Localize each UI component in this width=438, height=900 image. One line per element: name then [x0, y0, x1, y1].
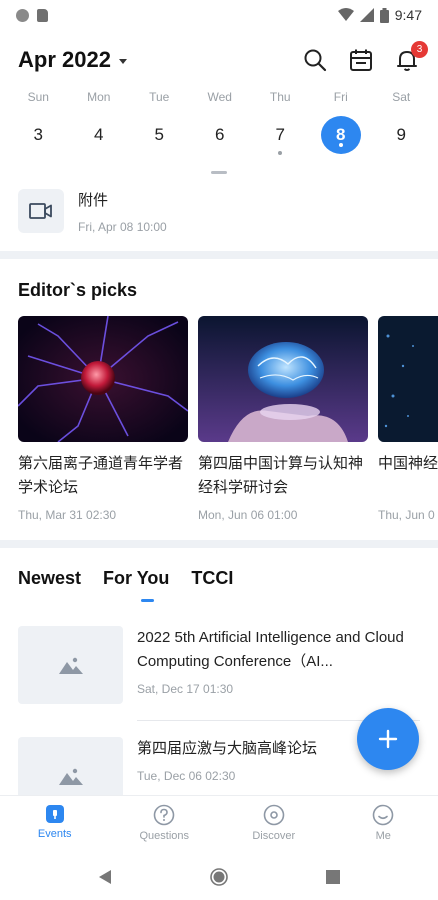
tab-newest[interactable]: Newest	[18, 568, 81, 589]
nav-label: Questions	[139, 830, 190, 842]
brain-image	[198, 316, 368, 442]
event-time: Fri, Apr 08 10:00	[78, 219, 167, 234]
pick-title: 第四届中国计算与认知神经科学研讨会	[198, 455, 364, 496]
nav-me[interactable]: Me	[329, 796, 438, 853]
weekday-label: Mon	[87, 90, 111, 104]
pick-time: Thu, Mar 31 02:30	[18, 508, 117, 522]
date-cell[interactable]: 6	[190, 116, 251, 154]
expand-handle[interactable]	[211, 171, 227, 174]
date-number: 5	[154, 125, 164, 144]
list-item[interactable]: 2022 5th Artificial Intelligence and Clo…	[18, 626, 420, 706]
tab-tcci[interactable]: TCCI	[191, 568, 233, 589]
nav-events[interactable]: Events	[0, 796, 110, 853]
discover-icon	[263, 804, 285, 826]
month-selector[interactable]: Apr 2022	[18, 47, 111, 73]
video-camera-icon	[29, 203, 52, 219]
image-placeholder-icon	[58, 657, 83, 674]
video-event-thumb	[18, 189, 64, 233]
recents-icon[interactable]	[326, 869, 340, 884]
selected-date-circle: 8	[320, 116, 361, 154]
wifi-icon	[337, 8, 354, 21]
system-nav-bar	[0, 853, 438, 900]
date-number: 3	[33, 125, 43, 144]
signal-icon	[359, 8, 374, 22]
list-item-time: Tue, Dec 06 02:30	[137, 769, 236, 783]
clock: 9:47	[394, 7, 422, 23]
weekday-label: Fri	[333, 90, 348, 104]
plasma-ball-image	[18, 316, 188, 442]
date-number: 7	[275, 125, 285, 144]
nav-label: Discover	[252, 830, 296, 842]
bottom-nav: Events Questions Discover Me	[0, 795, 438, 853]
date-cell-selected[interactable]: 8	[311, 116, 372, 154]
pick-card[interactable]: 第四届中国计算与认知神经科学研讨会 Mon, Jun 06 01:00	[198, 316, 368, 526]
image-placeholder	[18, 626, 123, 704]
back-icon[interactable]	[98, 869, 112, 885]
date-number: 8	[336, 125, 346, 144]
notification-badge: 3	[411, 41, 428, 58]
calendar-button[interactable]	[348, 47, 374, 73]
editors-picks-carousel[interactable]: 第六届离子通道青年学者学术论坛 Thu, Mar 31 02:30 第四届中国计…	[18, 316, 438, 526]
battery-icon	[379, 7, 389, 23]
weekday-label: Wed	[207, 90, 232, 104]
image-placeholder-icon	[58, 768, 83, 785]
event-indicator-dot	[338, 143, 343, 147]
status-notification-icon	[16, 8, 29, 22]
date-number: 6	[215, 125, 225, 144]
weekday-label: Thu	[269, 90, 291, 104]
pick-title: 第六届离子通道青年学者学术论坛	[18, 455, 184, 496]
event-title: 附件	[78, 191, 109, 209]
active-tab-indicator	[141, 599, 154, 602]
image-placeholder	[18, 737, 123, 795]
pick-time: Thu, Jun 0	[378, 508, 435, 522]
pick-title: 中国神经病学	[378, 455, 438, 472]
week-strip: Sun Mon Tue Wed Thu Fri Sat 3 4 5 6 7 8 …	[0, 90, 438, 155]
day-event-item[interactable]: 附件 Fri, Apr 08 10:00	[18, 186, 420, 236]
search-button[interactable]	[302, 47, 328, 73]
tab-for-you[interactable]: For You	[103, 568, 169, 589]
weekday-label: Tue	[149, 90, 170, 104]
weekday-label: Sun	[27, 90, 49, 104]
events-icon	[45, 805, 64, 823]
caret-down-icon[interactable]	[118, 58, 127, 64]
date-cell[interactable]: 4	[69, 116, 130, 154]
calendar-icon	[350, 49, 372, 71]
list-item-time: Sat, Dec 17 01:30	[137, 682, 234, 696]
add-button[interactable]	[357, 708, 419, 770]
section-divider	[0, 251, 438, 259]
feed-tabs: Newest For You TCCI	[18, 568, 233, 589]
question-icon	[153, 804, 175, 826]
nav-discover[interactable]: Discover	[219, 796, 329, 853]
nav-label: Me	[375, 830, 391, 842]
weekday-label: Sat	[392, 90, 411, 104]
date-cell[interactable]: 5	[129, 116, 190, 154]
nav-questions[interactable]: Questions	[110, 796, 220, 853]
pick-card[interactable]: 第六届离子通道青年学者学术论坛 Thu, Mar 31 02:30	[18, 316, 188, 526]
date-number: 4	[94, 125, 104, 144]
date-cell[interactable]: 7	[250, 116, 311, 155]
sd-card-icon	[37, 8, 48, 22]
list-item-title: 2022 5th Artificial Intelligence and Clo…	[137, 629, 404, 670]
date-cell[interactable]: 3	[8, 116, 69, 154]
section-divider	[0, 540, 438, 548]
plus-icon	[378, 729, 398, 749]
me-icon	[372, 804, 394, 826]
date-number: 9	[396, 125, 406, 144]
editors-picks-title: Editor`s picks	[18, 280, 138, 300]
home-icon[interactable]	[210, 867, 228, 886]
pick-time: Mon, Jun 06 01:00	[198, 508, 298, 522]
date-cell[interactable]: 9	[371, 116, 432, 154]
pick-card[interactable]: 中国神经病学 Thu, Jun 0	[378, 316, 438, 526]
calendar-header: Apr 2022 3	[0, 40, 438, 80]
search-icon	[304, 49, 327, 72]
nav-label: Events	[37, 828, 72, 840]
event-indicator-dot	[278, 151, 283, 155]
neural-network-image	[378, 316, 438, 442]
notifications-button[interactable]: 3	[394, 41, 428, 73]
status-bar: 9:47	[0, 0, 438, 30]
